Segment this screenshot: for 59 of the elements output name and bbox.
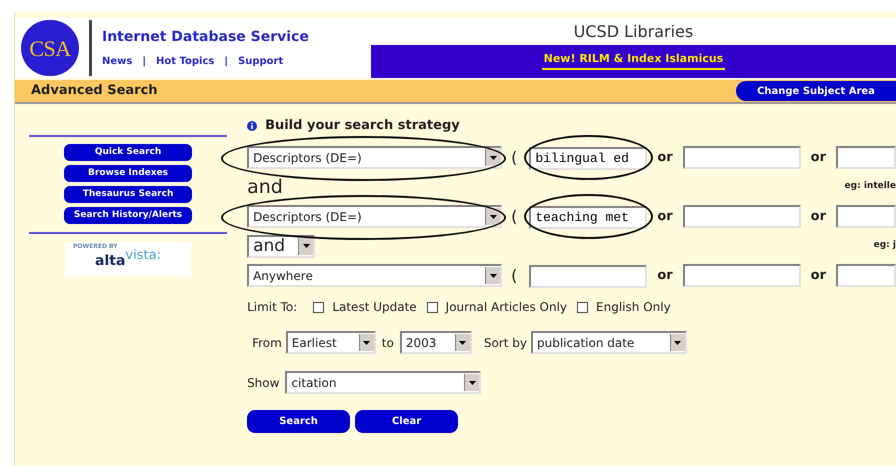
term-input-field[interactable]: [836, 264, 896, 287]
or-label: or: [657, 266, 673, 285]
form-button[interactable]: Search: [247, 410, 350, 433]
checkbox[interactable]: [577, 302, 588, 312]
form-button[interactable]: Clear: [355, 410, 458, 433]
header-link[interactable]: Hot Topics: [156, 54, 214, 69]
term-input-field[interactable]: [682, 146, 801, 169]
paren-text: (: [511, 206, 518, 228]
checkbox-label: Latest Update: [332, 299, 417, 316]
paren-text: (: [511, 146, 518, 168]
separator-text: |: [142, 55, 146, 69]
dropdown-select[interactable]: publication date: [530, 331, 687, 354]
sidebar-button[interactable]: Search History/Alerts: [64, 207, 192, 224]
term-input-field[interactable]: [682, 264, 801, 287]
or-label: or: [810, 266, 826, 285]
dropdown-select[interactable]: and: [247, 234, 316, 258]
header-link[interactable]: News: [102, 54, 132, 69]
separator-text: |: [224, 55, 228, 69]
section-heading: Build your search strategy: [265, 117, 460, 136]
sidebar-button[interactable]: Browse Indexes: [64, 165, 192, 182]
dropdown-select[interactable]: Descriptors (DE=): [247, 205, 502, 228]
announcement-link[interactable]: New! RILM & Index Islamicus: [542, 51, 726, 70]
example-hint: eg: intelle: [844, 180, 896, 194]
or-label: or: [810, 208, 826, 226]
sidebar-button[interactable]: Thesaurus Search: [64, 186, 192, 203]
term-input-field[interactable]: [836, 146, 896, 169]
or-label: or: [810, 148, 826, 167]
site-title: Internet Database Service: [102, 28, 309, 47]
term-input-field[interactable]: bilingual ed: [529, 147, 648, 170]
term-input-field[interactable]: [836, 205, 896, 228]
sidebar-button[interactable]: Quick Search: [64, 144, 192, 161]
logo: CSA: [21, 20, 79, 76]
and-label: and: [247, 178, 283, 196]
checkbox[interactable]: [313, 302, 324, 312]
paren-text: (: [511, 264, 518, 286]
show-label: Show: [247, 374, 280, 392]
dropdown-select[interactable]: Earliest: [286, 331, 376, 354]
info-icon: [247, 121, 258, 131]
dropdown-select[interactable]: 2003: [400, 331, 472, 354]
checkbox-label: Journal Articles Only: [446, 299, 568, 316]
sort-label: Sort by: [484, 334, 527, 352]
term-input-field[interactable]: [682, 205, 801, 228]
checkbox-label: English Only: [596, 299, 671, 316]
dropdown-select[interactable]: Anywhere: [247, 264, 502, 287]
term-input-field[interactable]: [529, 265, 648, 288]
page-title: Advanced Search: [31, 82, 158, 100]
library-name: UCSD Libraries: [574, 20, 694, 42]
limit-label: Limit To:: [247, 299, 298, 316]
or-label: or: [657, 148, 673, 167]
checkbox[interactable]: [426, 302, 438, 312]
header-link[interactable]: Support: [238, 54, 284, 69]
to-label: to: [382, 334, 394, 352]
example-hint: eg: j: [874, 239, 896, 252]
term-input-field[interactable]: teaching met: [529, 206, 648, 229]
dropdown-select[interactable]: Descriptors (DE=): [247, 146, 502, 169]
dropdown-select[interactable]: citation: [285, 371, 482, 394]
or-label: or: [657, 208, 673, 226]
from-label: From: [252, 334, 282, 352]
change-subject-button[interactable]: Change Subject Area: [736, 81, 896, 101]
